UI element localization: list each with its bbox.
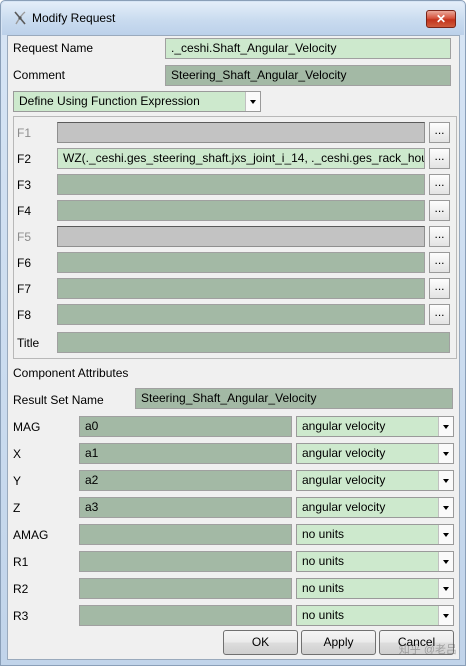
chevron-down-icon — [438, 525, 453, 544]
function-label: F8 — [17, 308, 32, 322]
units-value: angular velocity — [302, 446, 386, 460]
window-title: Modify Request — [32, 11, 116, 25]
component-label: R2 — [13, 582, 29, 596]
chevron-down-icon — [438, 552, 453, 571]
component-amag-units-select[interactable]: no units — [296, 524, 454, 545]
component-r1-units-select[interactable]: no units — [296, 551, 454, 572]
component-label: Y — [13, 474, 22, 488]
component-mag-units-select[interactable]: angular velocity — [296, 416, 454, 437]
title-field[interactable] — [57, 332, 450, 353]
apply-button[interactable]: Apply — [301, 630, 376, 655]
component-label: MAG — [13, 420, 41, 434]
component-x-field[interactable]: a1 — [79, 443, 292, 464]
units-value: no units — [302, 608, 345, 622]
function-label: F1 — [17, 126, 32, 140]
function-f4-browse-button[interactable]: ... — [429, 200, 450, 221]
close-icon: ✕ — [435, 12, 447, 26]
function-field-f5 — [57, 226, 425, 247]
chevron-down-icon — [438, 471, 453, 490]
ok-button[interactable]: OK — [223, 630, 298, 655]
function-label: F3 — [17, 178, 32, 192]
component-r3-field[interactable] — [79, 605, 292, 626]
units-value: angular velocity — [302, 500, 386, 514]
chevron-down-icon — [438, 417, 453, 436]
units-value: no units — [302, 527, 345, 541]
function-expression-group: F1 ... F2 WZ(._ceshi.ges_steering_shaft.… — [13, 116, 457, 359]
component-r2-units-select[interactable]: no units — [296, 578, 454, 599]
component-attributes-heading: Component Attributes — [13, 366, 129, 380]
result-set-name-label: Result Set Name — [13, 393, 104, 407]
component-x-units-select[interactable]: angular velocity — [296, 443, 454, 464]
function-field-f4[interactable] — [57, 200, 425, 221]
component-z-units-select[interactable]: angular velocity — [296, 497, 454, 518]
title-bar[interactable]: Modify Request ✕ — [2, 2, 464, 35]
function-field-f2[interactable]: WZ(._ceshi.ges_steering_shaft.jxs_joint_… — [57, 148, 425, 169]
units-value: angular velocity — [302, 473, 386, 487]
function-field-f8[interactable] — [57, 304, 425, 325]
request-name-field[interactable]: ._ceshi.Shaft_Angular_Velocity — [165, 38, 451, 59]
chevron-down-icon — [245, 92, 260, 111]
dialog-body: Request Name ._ceshi.Shaft_Angular_Veloc… — [7, 35, 460, 660]
function-label: F6 — [17, 256, 32, 270]
units-value: no units — [302, 554, 345, 568]
comment-label: Comment — [13, 68, 66, 82]
function-f7-browse-button[interactable]: ... — [429, 278, 450, 299]
units-value: no units — [302, 581, 345, 595]
component-amag-field[interactable] — [79, 524, 292, 545]
result-set-name-field[interactable]: Steering_Shaft_Angular_Velocity — [135, 388, 453, 409]
modify-request-dialog: Modify Request ✕ Request Name ._ceshi.Sh… — [0, 0, 466, 666]
definition-mode-value: Define Using Function Expression — [19, 94, 200, 108]
units-value: angular velocity — [302, 419, 386, 433]
function-field-f7[interactable] — [57, 278, 425, 299]
function-label: F5 — [17, 230, 32, 244]
function-f1-browse-button[interactable]: ... — [429, 122, 450, 143]
adams-request-icon — [14, 11, 26, 25]
close-button[interactable]: ✕ — [426, 10, 456, 28]
chevron-down-icon — [438, 444, 453, 463]
function-label: F7 — [17, 282, 32, 296]
function-f8-browse-button[interactable]: ... — [429, 304, 450, 325]
function-field-f1 — [57, 122, 425, 143]
function-f2-browse-button[interactable]: ... — [429, 148, 450, 169]
component-y-field[interactable]: a2 — [79, 470, 292, 491]
component-mag-field[interactable]: a0 — [79, 416, 292, 437]
request-name-label: Request Name — [13, 41, 94, 55]
component-label: X — [13, 447, 22, 461]
function-f5-browse-button[interactable]: ... — [429, 226, 450, 247]
component-r3-units-select[interactable]: no units — [296, 605, 454, 626]
function-f3-browse-button[interactable]: ... — [429, 174, 450, 195]
component-label: R1 — [13, 555, 29, 569]
function-f6-browse-button[interactable]: ... — [429, 252, 450, 273]
cancel-button[interactable]: Cancel — [379, 630, 454, 655]
function-field-f6[interactable] — [57, 252, 425, 273]
comment-field[interactable]: Steering_Shaft_Angular_Velocity — [165, 65, 451, 86]
component-z-field[interactable]: a3 — [79, 497, 292, 518]
component-r2-field[interactable] — [79, 578, 292, 599]
component-label: R3 — [13, 609, 29, 623]
component-label: Z — [13, 501, 21, 515]
function-label: F2 — [17, 152, 32, 166]
title-label: Title — [17, 336, 40, 350]
chevron-down-icon — [438, 498, 453, 517]
chevron-down-icon — [438, 606, 453, 625]
component-r1-field[interactable] — [79, 551, 292, 572]
chevron-down-icon — [438, 579, 453, 598]
definition-mode-select[interactable]: Define Using Function Expression — [13, 91, 261, 112]
function-field-f3[interactable] — [57, 174, 425, 195]
component-y-units-select[interactable]: angular velocity — [296, 470, 454, 491]
function-label: F4 — [17, 204, 32, 218]
component-label: AMAG — [13, 528, 49, 542]
